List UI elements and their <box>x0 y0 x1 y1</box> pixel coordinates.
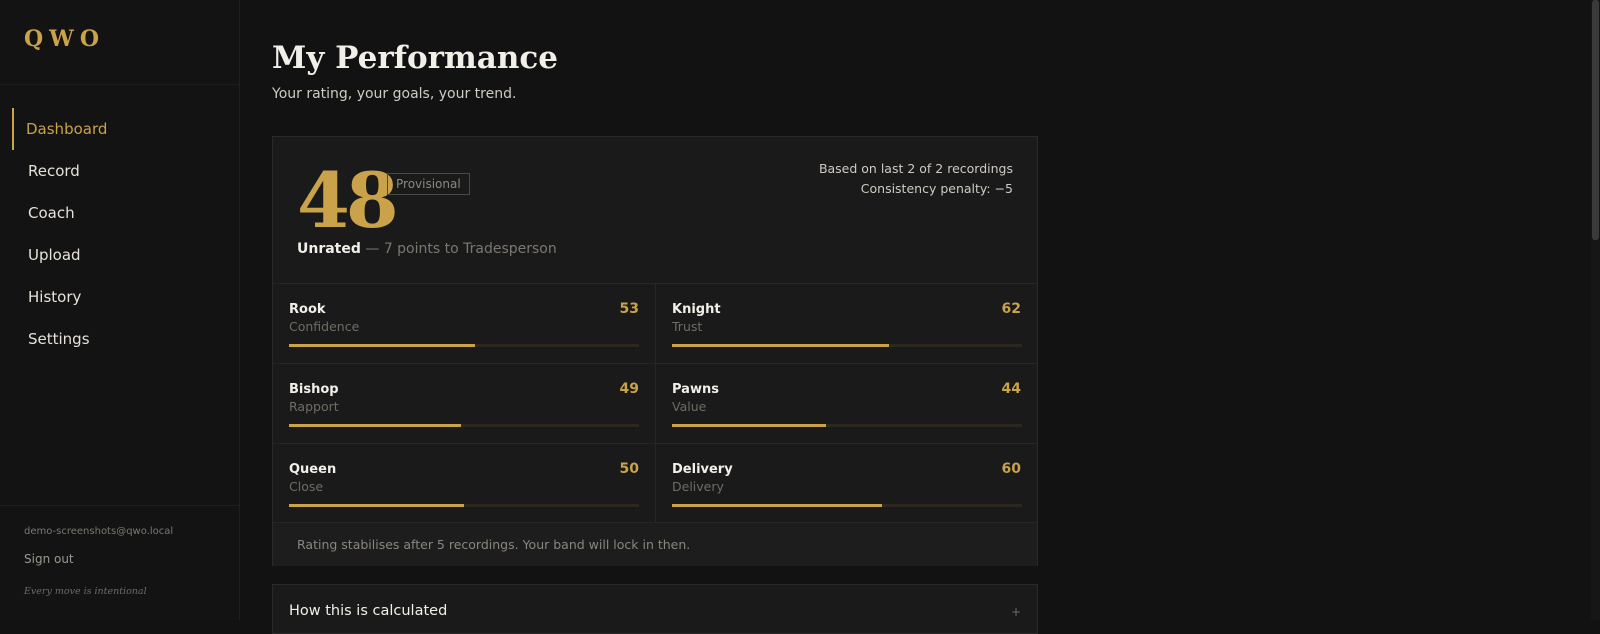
piece-skill: Rapport <box>289 399 339 414</box>
piece-cell-bishop: Bishop Rapport 49 <box>273 364 655 444</box>
consistency-penalty: Consistency penalty: −5 <box>860 181 1013 196</box>
page-title: My Performance <box>272 40 559 76</box>
band-next-goal: 7 points to Tradesperson <box>383 241 557 257</box>
progress-bar <box>289 424 639 427</box>
piece-score: 49 <box>619 381 639 397</box>
piece-cell-rook: Rook Confidence 53 <box>273 284 655 364</box>
progress-fill <box>672 424 826 427</box>
piece-skill: Delivery <box>672 479 724 494</box>
progress-fill <box>289 504 464 507</box>
progress-bar <box>672 344 1022 347</box>
sidebar-item-record[interactable]: Record <box>12 150 232 192</box>
piece-name: Bishop <box>289 382 339 397</box>
piece-cell-pawns: Pawns Value 44 <box>655 364 1037 444</box>
sidebar-item-upload[interactable]: Upload <box>12 234 232 276</box>
accordion-title: How this is calculated <box>289 603 448 619</box>
card-footer: Rating stabilises after 5 recordings. Yo… <box>273 522 1037 566</box>
piece-grid: Rook Confidence 53 Knight Trust 62 Bisho… <box>273 283 1037 524</box>
piece-skill: Close <box>289 479 324 494</box>
piece-name: Delivery <box>672 462 733 477</box>
progress-bar <box>672 504 1022 507</box>
piece-skill: Confidence <box>289 319 360 334</box>
sidebar: QWO Dashboard Record Coach Upload Histor… <box>0 0 240 620</box>
scrollbar-thumb[interactable] <box>1592 0 1599 240</box>
provisional-badge: Provisional <box>387 173 470 195</box>
progress-fill <box>672 504 882 507</box>
band-line: Unrated — 7 points to Tradesperson <box>297 241 557 257</box>
piece-score: 53 <box>619 301 639 317</box>
logo[interactable]: QWO <box>24 26 105 52</box>
rating-meta: Based on last 2 of 2 recordings Consiste… <box>819 159 1013 199</box>
sign-out-link[interactable]: Sign out <box>24 552 74 566</box>
progress-fill <box>672 344 889 347</box>
recordings-basis: Based on last 2 of 2 recordings <box>818 161 1013 176</box>
progress-fill <box>289 344 475 347</box>
tagline: Every move is intentional <box>24 586 147 597</box>
sidebar-item-history[interactable]: History <box>12 276 232 318</box>
user-email: demo-screenshots@qwo.local <box>24 526 174 537</box>
stabilise-note: Rating stabilises after 5 recordings. Yo… <box>297 537 691 552</box>
piece-score: 50 <box>619 461 639 477</box>
progress-bar <box>289 344 639 347</box>
piece-skill: Value <box>672 399 707 414</box>
rating-card: 48 Provisional Unrated — 7 points to Tra… <box>272 136 1038 566</box>
scrollbar[interactable] <box>1591 0 1600 620</box>
sidebar-item-coach[interactable]: Coach <box>12 192 232 234</box>
piece-score: 44 <box>1001 381 1021 397</box>
sidebar-item-settings[interactable]: Settings <box>12 318 232 360</box>
band-separator: — <box>365 241 380 257</box>
sidebar-nav: Dashboard Record Coach Upload History Se… <box>12 108 232 360</box>
band-name: Unrated <box>297 241 361 257</box>
rating-score: 48 <box>297 156 399 245</box>
piece-name: Knight <box>672 302 721 317</box>
divider <box>0 505 239 506</box>
piece-name: Queen <box>289 462 337 477</box>
plus-icon[interactable]: + <box>1011 605 1021 619</box>
piece-score: 60 <box>1001 461 1021 477</box>
progress-fill <box>289 424 461 427</box>
piece-cell-delivery: Delivery Delivery 60 <box>655 444 1037 524</box>
divider <box>0 84 239 85</box>
progress-bar <box>289 504 639 507</box>
piece-name: Pawns <box>672 382 719 397</box>
how-calculated-accordion[interactable]: How this is calculated + <box>272 584 1038 634</box>
piece-cell-queen: Queen Close 50 <box>273 444 655 524</box>
piece-name: Rook <box>289 302 326 317</box>
piece-score: 62 <box>1001 301 1021 317</box>
page-subtitle: Your rating, your goals, your trend. <box>272 86 517 102</box>
sidebar-item-dashboard[interactable]: Dashboard <box>12 108 232 150</box>
progress-bar <box>672 424 1022 427</box>
piece-cell-knight: Knight Trust 62 <box>655 284 1037 364</box>
piece-skill: Trust <box>672 319 703 334</box>
